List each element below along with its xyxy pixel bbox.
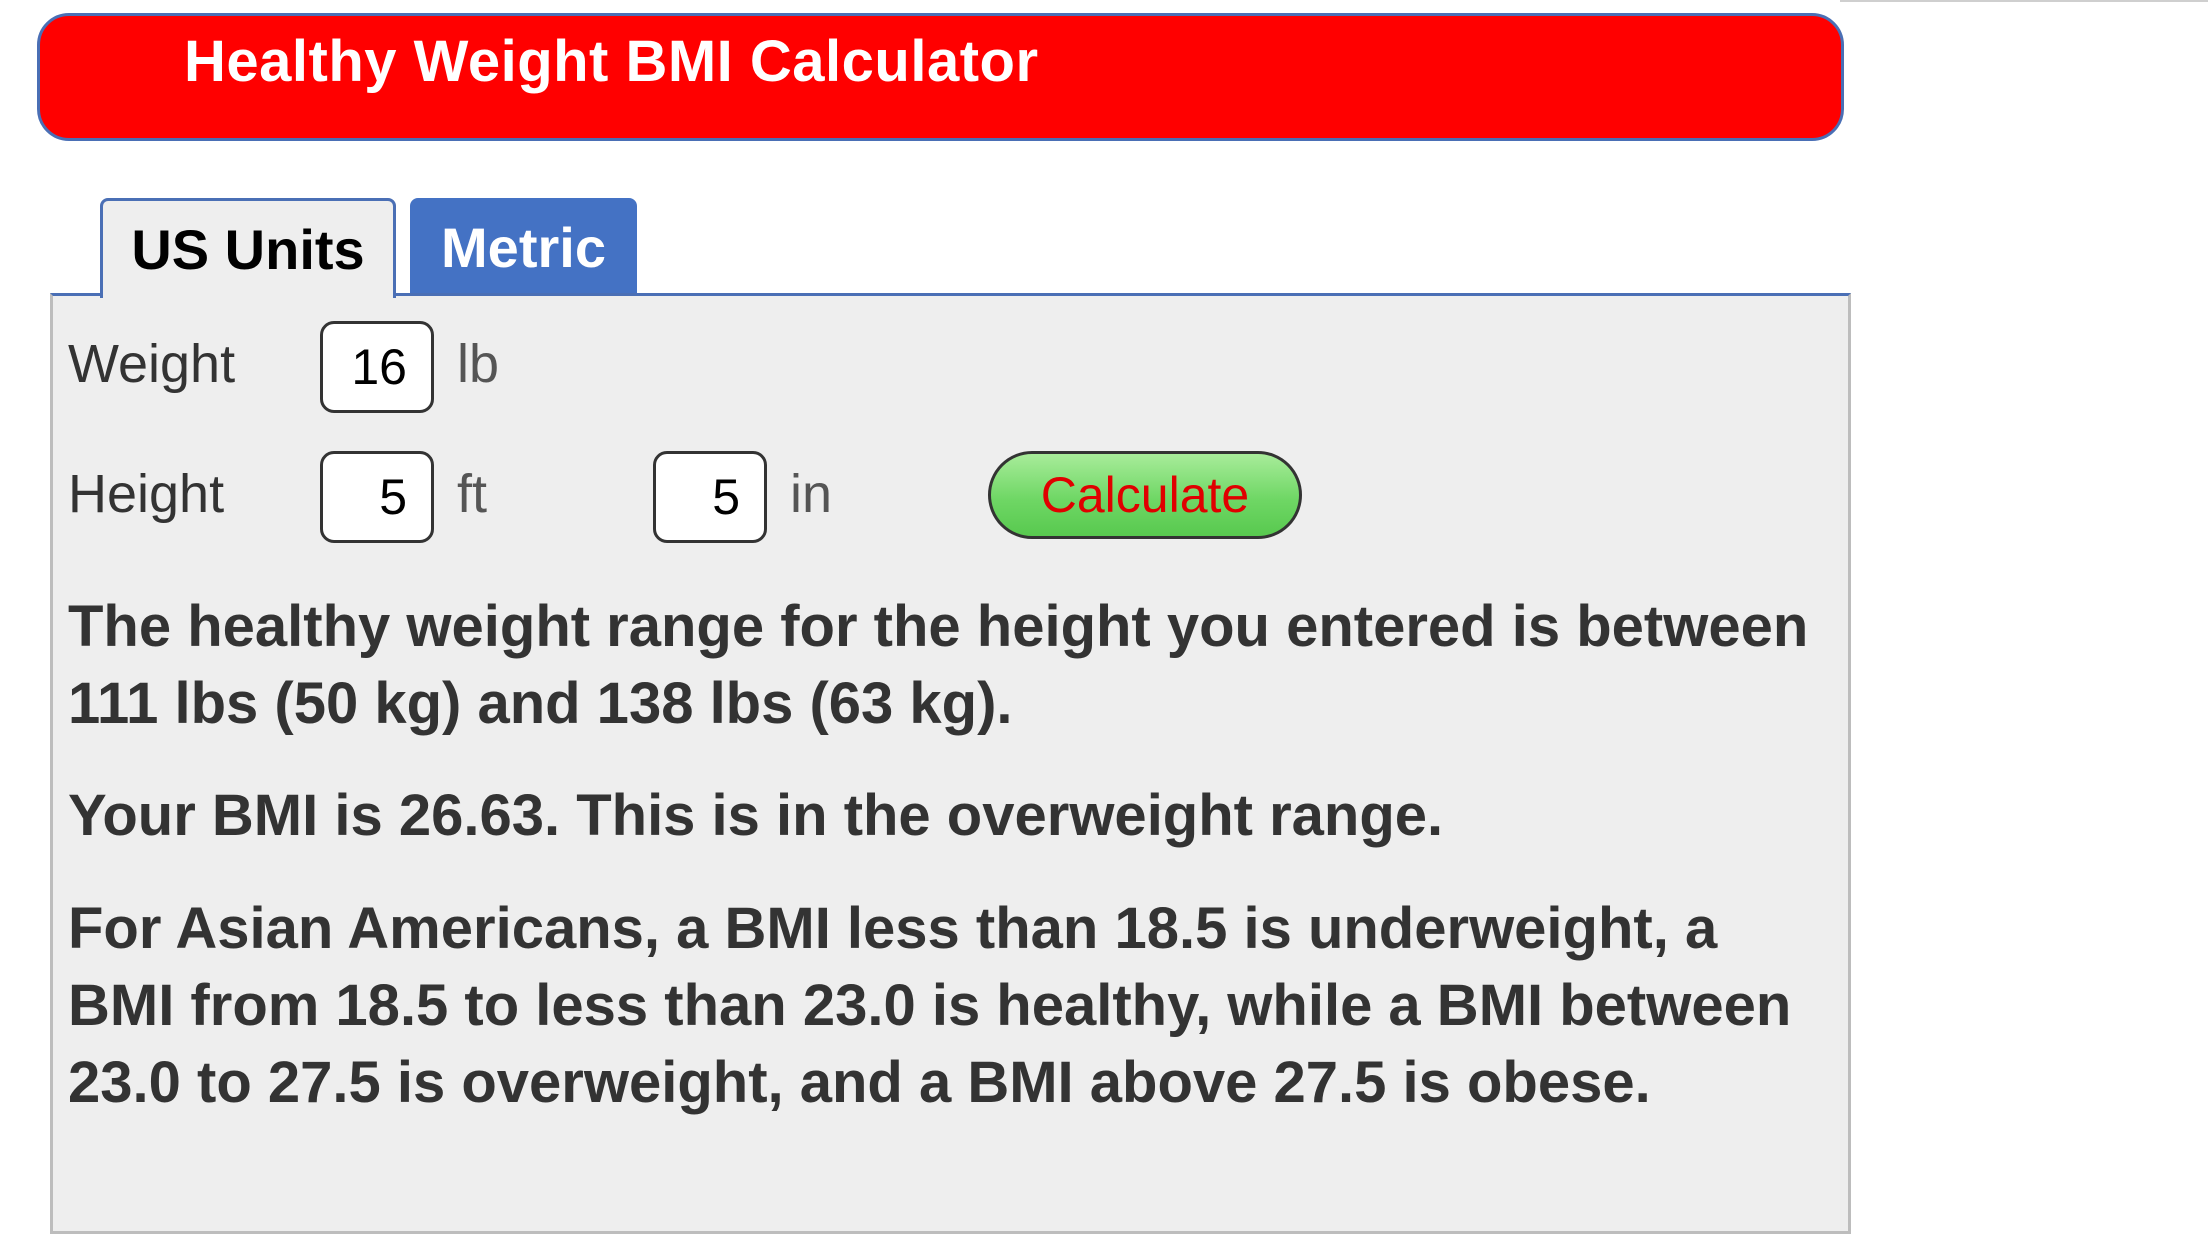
weight-input[interactable] — [320, 321, 434, 413]
weight-label: Weight — [68, 334, 236, 394]
asian-americans-note: For Asian Americans, a BMI less than 18.… — [68, 896, 1792, 1115]
bmi-calculator-screen: Healthy Weight BMI Calculator US Units M… — [0, 0, 2208, 1242]
height-label: Height — [68, 464, 225, 524]
page-title: Healthy Weight BMI Calculator — [184, 29, 1039, 94]
weight-unit-label: lb — [457, 334, 500, 394]
height-feet-unit-label: ft — [457, 464, 488, 524]
height-inches-input[interactable] — [653, 451, 767, 543]
healthy-weight-range-text: The healthy weight range for the height … — [68, 594, 1809, 736]
bmi-result-text: Your BMI is 26.63. This is in the overwe… — [68, 783, 1444, 848]
tab-us-units[interactable]: US Units — [100, 198, 396, 298]
tab-metric[interactable]: Metric — [410, 198, 637, 296]
calculate-button[interactable]: Calculate — [988, 451, 1302, 539]
top-divider — [1840, 0, 2208, 2]
height-feet-input[interactable] — [320, 451, 434, 543]
height-inches-unit-label: in — [790, 464, 833, 524]
